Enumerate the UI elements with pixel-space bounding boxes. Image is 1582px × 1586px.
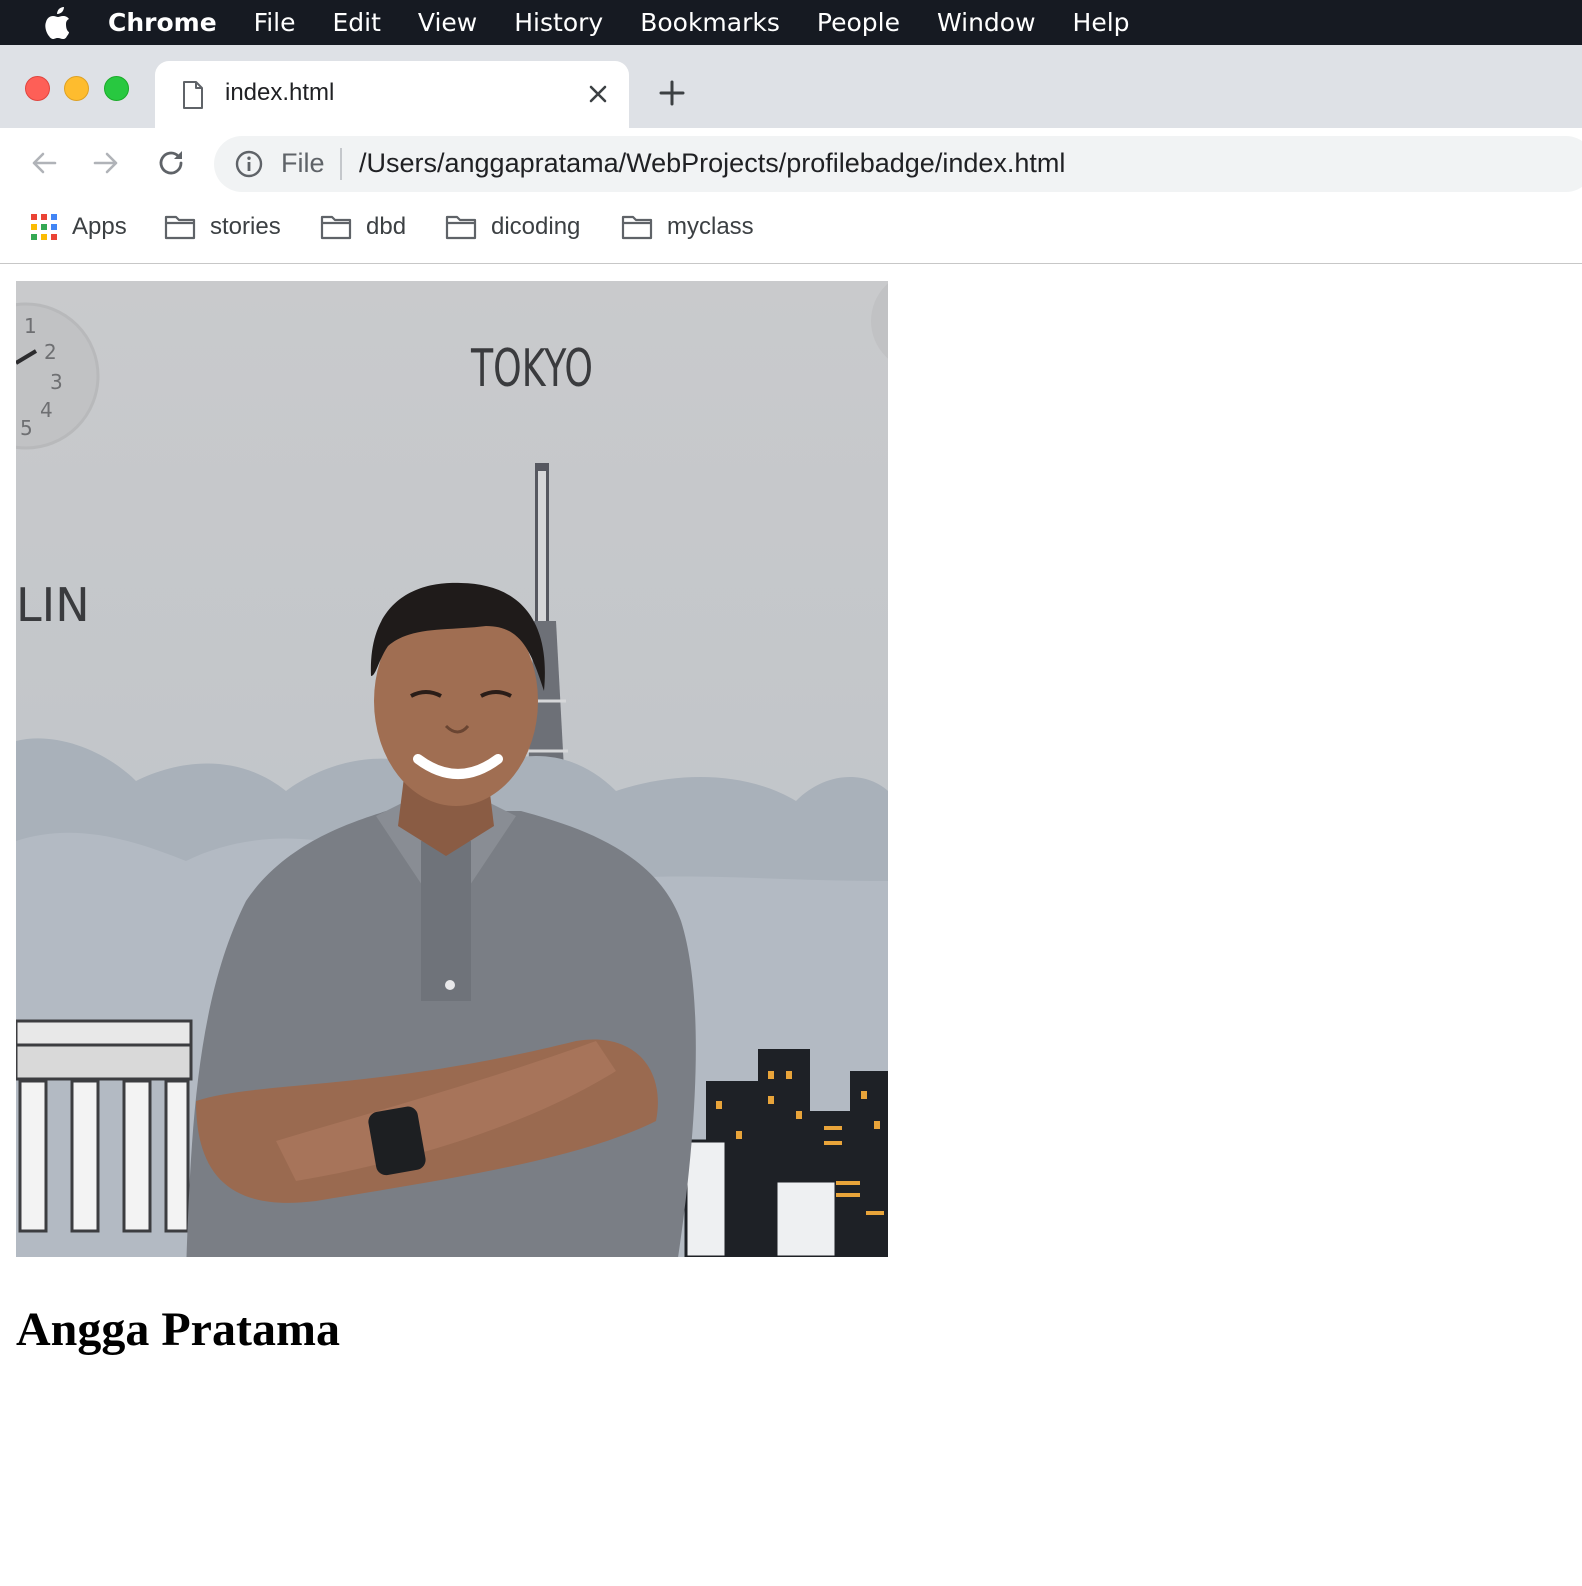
bookmark-label: myclass [667,213,754,240]
tab-close-icon[interactable] [587,83,609,105]
document-icon [182,81,204,109]
apple-logo-icon[interactable] [40,6,74,40]
berlin-sign-text: LIN [16,578,90,632]
url-text[interactable]: /Users/anggapratama/WebProjects/profileb… [359,148,1065,179]
menu-window[interactable]: Window [937,0,1036,45]
svg-text:5: 5 [20,416,33,440]
svg-text:3: 3 [50,370,63,394]
menu-help[interactable]: Help [1073,0,1130,45]
bookmark-folder-stories[interactable]: stories [164,210,281,244]
omnibox-divider [340,148,342,180]
folder-icon [621,214,653,240]
forward-arrow-icon[interactable] [90,147,122,179]
window-minimize-button[interactable] [64,76,89,101]
bookmark-label: dicoding [491,213,581,240]
menu-people[interactable]: People [817,0,900,45]
window-zoom-button[interactable] [104,76,129,101]
menu-edit[interactable]: Edit [333,0,381,45]
window-close-button[interactable] [25,76,50,101]
tab-title: index.html [225,79,335,106]
bookmark-label: Apps [72,213,127,240]
folder-icon [445,214,477,240]
profile-name-heading: Angga Pratama [16,1303,340,1356]
apps-grid-icon [30,213,58,241]
menu-bookmarks[interactable]: Bookmarks [640,0,780,45]
svg-text:2: 2 [44,340,57,364]
reload-icon[interactable] [155,147,187,179]
svg-text:4: 4 [40,398,53,422]
folder-icon [320,214,352,240]
bookmark-label: dbd [366,213,407,240]
bookmark-label: stories [210,213,281,240]
bookmark-folder-dbd[interactable]: dbd [320,210,406,244]
menu-history[interactable]: History [514,0,603,45]
bookmark-apps[interactable]: Apps [30,210,127,244]
bookmark-folder-myclass[interactable]: myclass [621,210,754,244]
bookmark-folder-dicoding[interactable]: dicoding [445,210,580,244]
profile-photo: 1 2 3 4 5 TOKYO LIN [16,281,888,1257]
svg-text:1: 1 [24,314,37,338]
menu-chrome[interactable]: Chrome [108,0,217,45]
macos-menu-bar: Chrome File Edit View History Bookmarks … [0,0,1582,45]
tab-index-html[interactable]: index.html [155,61,629,128]
back-arrow-icon[interactable] [28,147,60,179]
info-icon[interactable] [235,150,263,178]
new-tab-plus-icon[interactable] [658,79,686,107]
menu-file[interactable]: File [254,0,296,45]
tokyo-sign-text: TOKYO [470,339,593,399]
folder-icon [164,214,196,240]
url-scheme-label: File [281,148,325,178]
menu-view[interactable]: View [418,0,477,45]
